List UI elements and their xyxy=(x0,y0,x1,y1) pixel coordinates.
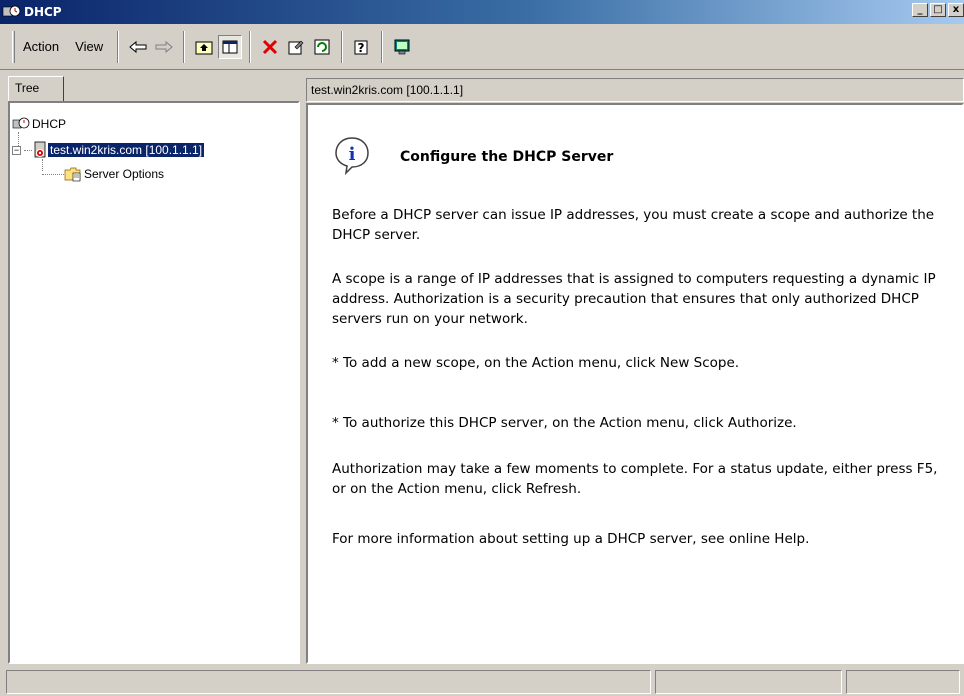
detail-pane: i Configure the DHCP Server Before a DHC… xyxy=(306,103,964,664)
properties-icon xyxy=(288,40,304,54)
folder-options-icon xyxy=(64,167,81,182)
close-button[interactable]: x xyxy=(948,3,964,17)
svg-text:?: ? xyxy=(358,41,365,55)
back-button[interactable] xyxy=(126,35,150,59)
tree-item-label: DHCP xyxy=(32,117,67,131)
refresh-button[interactable] xyxy=(310,35,334,59)
paragraph: * To add a new scope, on the Action menu… xyxy=(332,355,740,371)
forward-arrow-icon xyxy=(155,40,173,53)
collapse-toggle[interactable]: − xyxy=(12,145,21,155)
folder-up-icon xyxy=(195,41,213,54)
detail-header: test.win2kris.com [100.1.1.1] xyxy=(306,78,964,102)
tree-item-server[interactable]: − test.win2kris.com [100.1.1.1] xyxy=(12,141,206,159)
status-panel-tertiary xyxy=(846,670,961,694)
paragraph: * To authorize this DHCP server, on the … xyxy=(332,415,797,431)
show-hide-console-tree-button[interactable] xyxy=(218,34,243,59)
window-title: DHCP xyxy=(24,5,62,19)
toolbar: Action View ? xyxy=(0,24,964,70)
paragraph: Authorization may take a few moments to … xyxy=(332,461,938,497)
server-console-button[interactable] xyxy=(390,35,414,59)
tab-tree[interactable]: Tree xyxy=(8,76,64,102)
toolbar-separator xyxy=(183,30,186,63)
help-button[interactable]: ? xyxy=(350,35,374,59)
toolbar-separator xyxy=(117,30,120,63)
monitor-icon xyxy=(394,39,410,54)
toolbar-separator xyxy=(249,30,252,63)
console-tree-icon xyxy=(222,40,238,53)
tree-tab-bar: Tree xyxy=(8,76,300,102)
title-bar: DHCP _ □ x xyxy=(0,0,964,24)
delete-button[interactable] xyxy=(258,35,282,59)
tree-item-server-options[interactable]: Server Options xyxy=(42,165,166,183)
menu-action[interactable]: Action xyxy=(15,39,67,54)
forward-button[interactable] xyxy=(152,35,176,59)
paragraph: A scope is a range of IP addresses that … xyxy=(332,271,936,327)
delete-x-icon xyxy=(263,39,278,54)
help-icon: ? xyxy=(354,40,368,55)
tree-item-label: Server Options xyxy=(84,167,165,181)
refresh-icon xyxy=(314,39,330,54)
menu-view[interactable]: View xyxy=(67,39,111,54)
status-panel-main xyxy=(6,670,652,694)
paragraph: Before a DHCP server can issue IP addres… xyxy=(332,207,935,243)
server-icon xyxy=(34,141,46,158)
tree-item-label: test.win2kris.com [100.1.1.1] xyxy=(46,142,206,158)
minimize-button[interactable]: _ xyxy=(912,3,928,17)
status-bar xyxy=(0,668,964,696)
paragraph: For more information about setting up a … xyxy=(332,531,810,547)
page-heading: Configure the DHCP Server xyxy=(400,149,614,165)
dhcp-app-icon xyxy=(2,4,22,20)
dhcp-icon xyxy=(12,117,30,129)
back-arrow-icon xyxy=(129,40,147,53)
status-panel-secondary xyxy=(655,670,843,694)
info-icon: i xyxy=(332,135,372,178)
properties-button[interactable] xyxy=(284,35,308,59)
up-one-level-button[interactable] xyxy=(192,35,216,59)
console-tree[interactable]: DHCP − test.win2kris.com [100.1.1.1] Ser… xyxy=(8,101,300,664)
maximize-button[interactable]: □ xyxy=(930,3,946,17)
toolbar-separator xyxy=(341,30,344,63)
tree-item-dhcp[interactable]: DHCP xyxy=(12,115,68,133)
svg-text:i: i xyxy=(349,144,356,165)
toolbar-separator xyxy=(381,30,384,63)
